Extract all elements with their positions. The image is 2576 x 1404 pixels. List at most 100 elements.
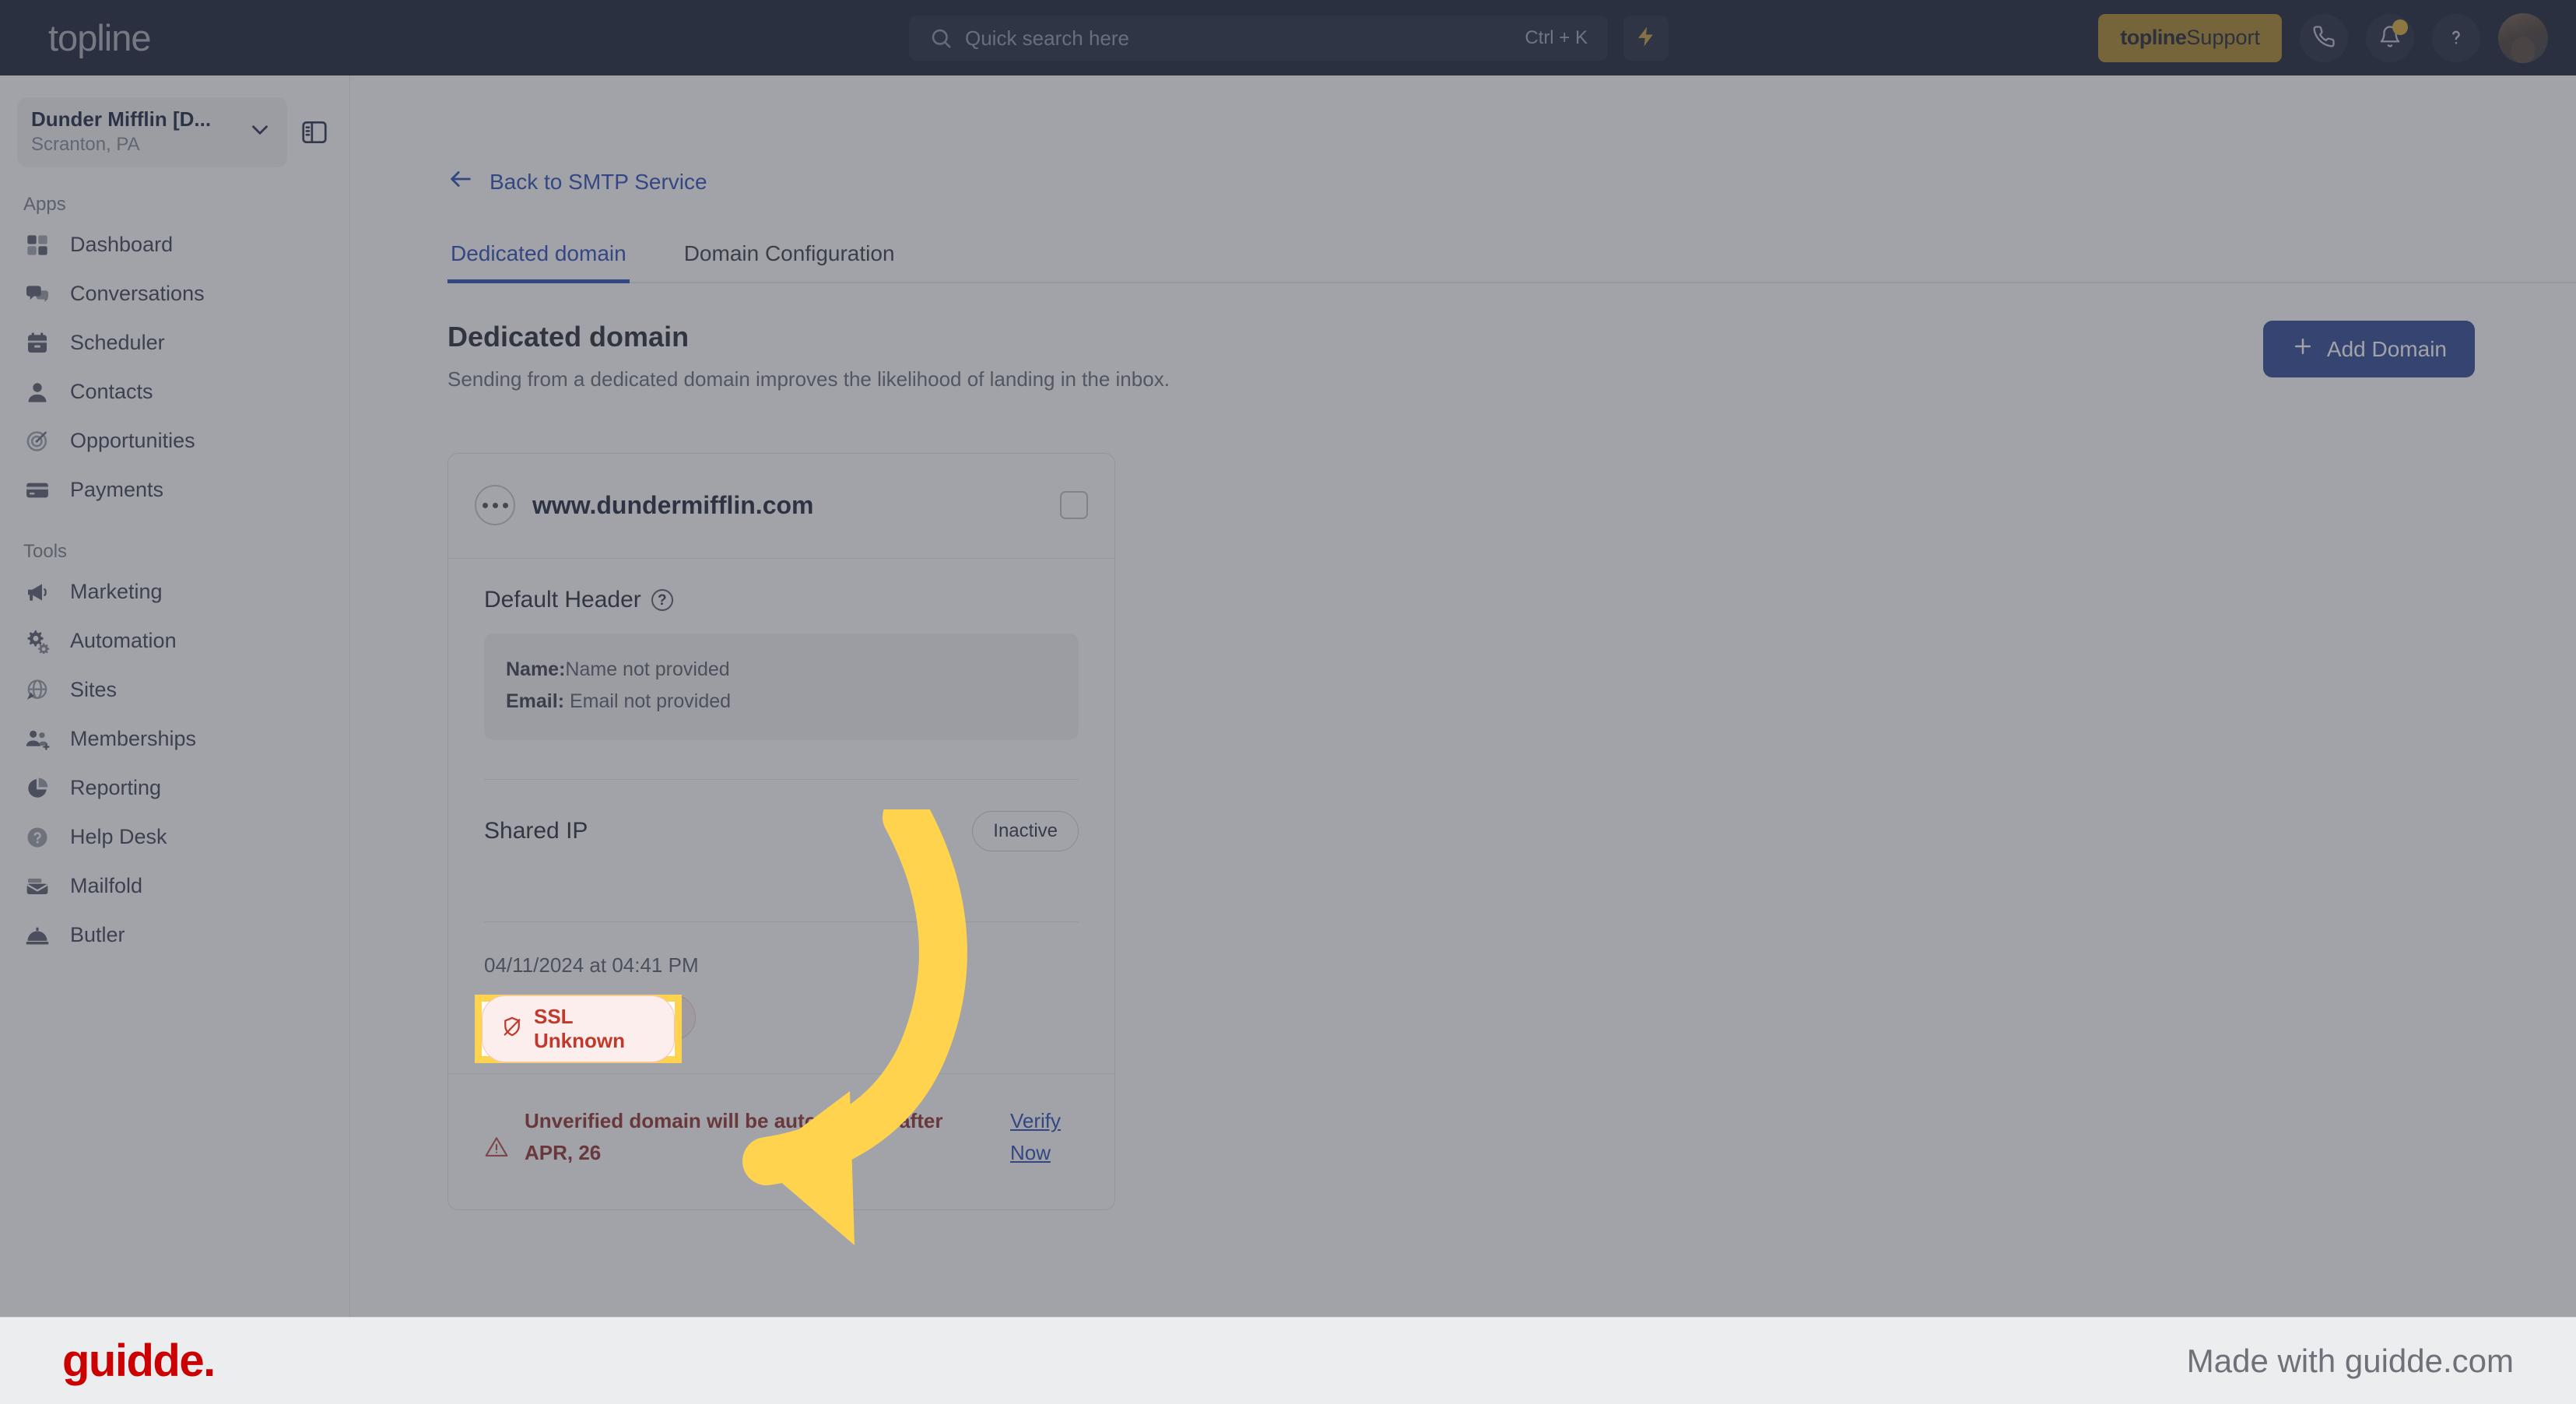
shared-ip-label: Shared IP <box>484 818 588 844</box>
back-link-label: Back to SMTP Service <box>490 169 707 194</box>
sidebar-item-sites[interactable]: Sites <box>0 665 349 714</box>
target-icon <box>23 427 51 455</box>
ellipsis-icon[interactable] <box>475 485 515 525</box>
sidebar-item-conversations[interactable]: Conversations <box>0 269 349 318</box>
add-domain-label: Add Domain <box>2326 336 2447 361</box>
topline-support-button[interactable]: topline Support <box>2098 13 2282 62</box>
default-header-email-line: Email: Email not provided <box>506 686 1057 718</box>
question-mark-circle-icon[interactable]: ? <box>651 589 673 611</box>
add-domain-button[interactable]: Add Domain <box>2262 321 2475 377</box>
top-navigation-bar: topline Ctrl + K topline Support <box>0 0 2576 75</box>
topbar-actions: topline Support <box>2098 0 2548 75</box>
phone-button[interactable] <box>2300 13 2348 62</box>
default-header-label: Default Header <box>484 587 641 612</box>
chat-bubbles-icon <box>23 280 51 308</box>
sidebar-item-opportunities[interactable]: Opportunities <box>0 416 349 465</box>
sidebar-item-help-desk[interactable]: Help Desk <box>0 813 349 862</box>
sidebar-item-butler[interactable]: Butler <box>0 911 349 960</box>
page-title: Dedicated domain <box>447 321 690 353</box>
domain-card: www.dundermifflin.com Default Header ? N… <box>447 453 1115 1211</box>
guidde-made-with-label: Made with guidde.com <box>2186 1342 2514 1379</box>
domain-warning-row: Unverified domain will be auto deleted a… <box>448 1073 1114 1209</box>
section-header-text: Dedicated domain Sending from a dedicate… <box>447 321 1170 391</box>
quick-search-container[interactable]: Ctrl + K <box>909 16 1608 61</box>
sidebar-item-marketing[interactable]: Marketing <box>0 567 349 616</box>
sidebar-item-label: Automation <box>70 629 177 652</box>
chevron-down-icon <box>247 117 273 147</box>
avatar[interactable] <box>2498 12 2548 63</box>
sidebar-item-contacts[interactable]: Contacts <box>0 367 349 416</box>
default-header-email-key: Email: <box>506 690 565 712</box>
sidebar-item-payments[interactable]: Payments <box>0 465 349 514</box>
page-subtitle: Sending from a dedicated domain improves… <box>447 367 1170 391</box>
domain-warning-text: Unverified domain will be auto deleted a… <box>525 1109 943 1165</box>
tab-bar: Dedicated domain Domain Configuration <box>447 241 2576 283</box>
notification-indicator-dot <box>2392 19 2408 35</box>
sidebar-item-label: Dashboard <box>70 233 174 256</box>
domain-card-header: www.dundermifflin.com <box>448 454 1114 559</box>
pie-chart-icon <box>23 774 51 802</box>
question-circle-icon <box>23 823 51 851</box>
support-brand-label: topline <box>2120 26 2187 49</box>
search-shortcut-hint: Ctrl + K <box>1525 27 1588 48</box>
warning-triangle-icon <box>484 1135 509 1164</box>
lightning-bolt-icon <box>1634 25 1658 52</box>
gears-icon <box>23 627 51 655</box>
sidebar-item-label: Memberships <box>70 727 197 750</box>
sidebar-item-automation[interactable]: Automation <box>0 616 349 665</box>
sidebar-item-label: Help Desk <box>70 825 167 848</box>
nav-section-label-tools: Tools <box>23 541 68 562</box>
question-mark-icon <box>2444 25 2468 51</box>
guidde-footer-bar: guidde. Made with guidde.com <box>0 1317 2576 1404</box>
main-content: Back to SMTP Service Dedicated domain Do… <box>350 75 2576 1404</box>
workspace-location: Scranton, PA <box>31 134 140 155</box>
default-header-name-key: Name: <box>506 658 566 680</box>
guidde-logo: guidde. <box>62 1336 216 1386</box>
guidde-highlight-ssl-unknown: SSL Unknown <box>475 995 682 1063</box>
sidebar-item-memberships[interactable]: Memberships <box>0 714 349 763</box>
sidebar-item-mailfold[interactable]: Mailfold <box>0 862 349 911</box>
quick-actions-bolt-button[interactable] <box>1623 16 1669 61</box>
support-label: Support <box>2186 26 2260 49</box>
workspace-switcher-row: Dunder Mifflin [D... Scranton, PA <box>17 97 334 167</box>
sidebar-item-scheduler[interactable]: Scheduler <box>0 318 349 367</box>
domain-name: www.dundermifflin.com <box>532 490 814 519</box>
dashboard-icon <box>23 231 51 259</box>
sidebar-item-label: Opportunities <box>70 429 195 452</box>
help-button[interactable] <box>2432 13 2480 62</box>
phone-icon <box>2312 25 2336 51</box>
sidebar-item-label: Marketing <box>70 580 163 603</box>
domain-card-body: Default Header ? Name:Name not provided … <box>448 559 1114 1041</box>
ssl-status-label: SSL Unknown <box>534 1005 625 1052</box>
default-header-values: Name:Name not provided Email: Email not … <box>484 634 1079 740</box>
sidebar-item-label: Butler <box>70 923 125 946</box>
default-header-label-row: Default Header ? <box>484 587 1079 613</box>
sidebar-item-label: Contacts <box>70 380 153 403</box>
app-root: topline Ctrl + K topline Support <box>0 0 2576 1404</box>
section-header: Dedicated domain Sending from a dedicate… <box>447 321 2475 391</box>
globe-cursor-icon <box>23 676 51 704</box>
workspace-selector[interactable]: Dunder Mifflin [D... Scranton, PA <box>17 97 287 167</box>
ssl-status-badge-highlighted[interactable]: SSL Unknown <box>482 995 675 1062</box>
sidebar-item-label: Sites <box>70 678 118 701</box>
tab-dedicated-domain[interactable]: Dedicated domain <box>447 241 630 283</box>
sidebar-item-dashboard[interactable]: Dashboard <box>0 220 349 269</box>
back-to-smtp-service-link[interactable]: Back to SMTP Service <box>447 166 707 198</box>
panel-collapse-icon[interactable] <box>295 113 334 152</box>
search-input[interactable] <box>965 26 1525 51</box>
verify-now-link[interactable]: Verify Now <box>1010 1105 1079 1169</box>
bell-service-icon <box>23 921 51 949</box>
tab-domain-configuration[interactable]: Domain Configuration <box>681 241 898 282</box>
default-header-name-line: Name:Name not provided <box>506 654 1057 686</box>
sidebar-item-reporting[interactable]: Reporting <box>0 763 349 813</box>
sidebar-item-label: Scheduler <box>70 331 165 354</box>
sidebar: Dunder Mifflin [D... Scranton, PA Apps D… <box>0 75 350 1404</box>
people-add-icon <box>23 725 51 753</box>
credit-card-icon <box>23 476 51 504</box>
mail-stack-icon <box>23 872 51 900</box>
domain-select-checkbox[interactable] <box>1060 491 1088 519</box>
sidebar-item-label: Reporting <box>70 776 162 799</box>
default-header-email-value: Email not provided <box>569 690 732 712</box>
notifications-button[interactable] <box>2366 13 2414 62</box>
search-icon <box>929 26 953 50</box>
